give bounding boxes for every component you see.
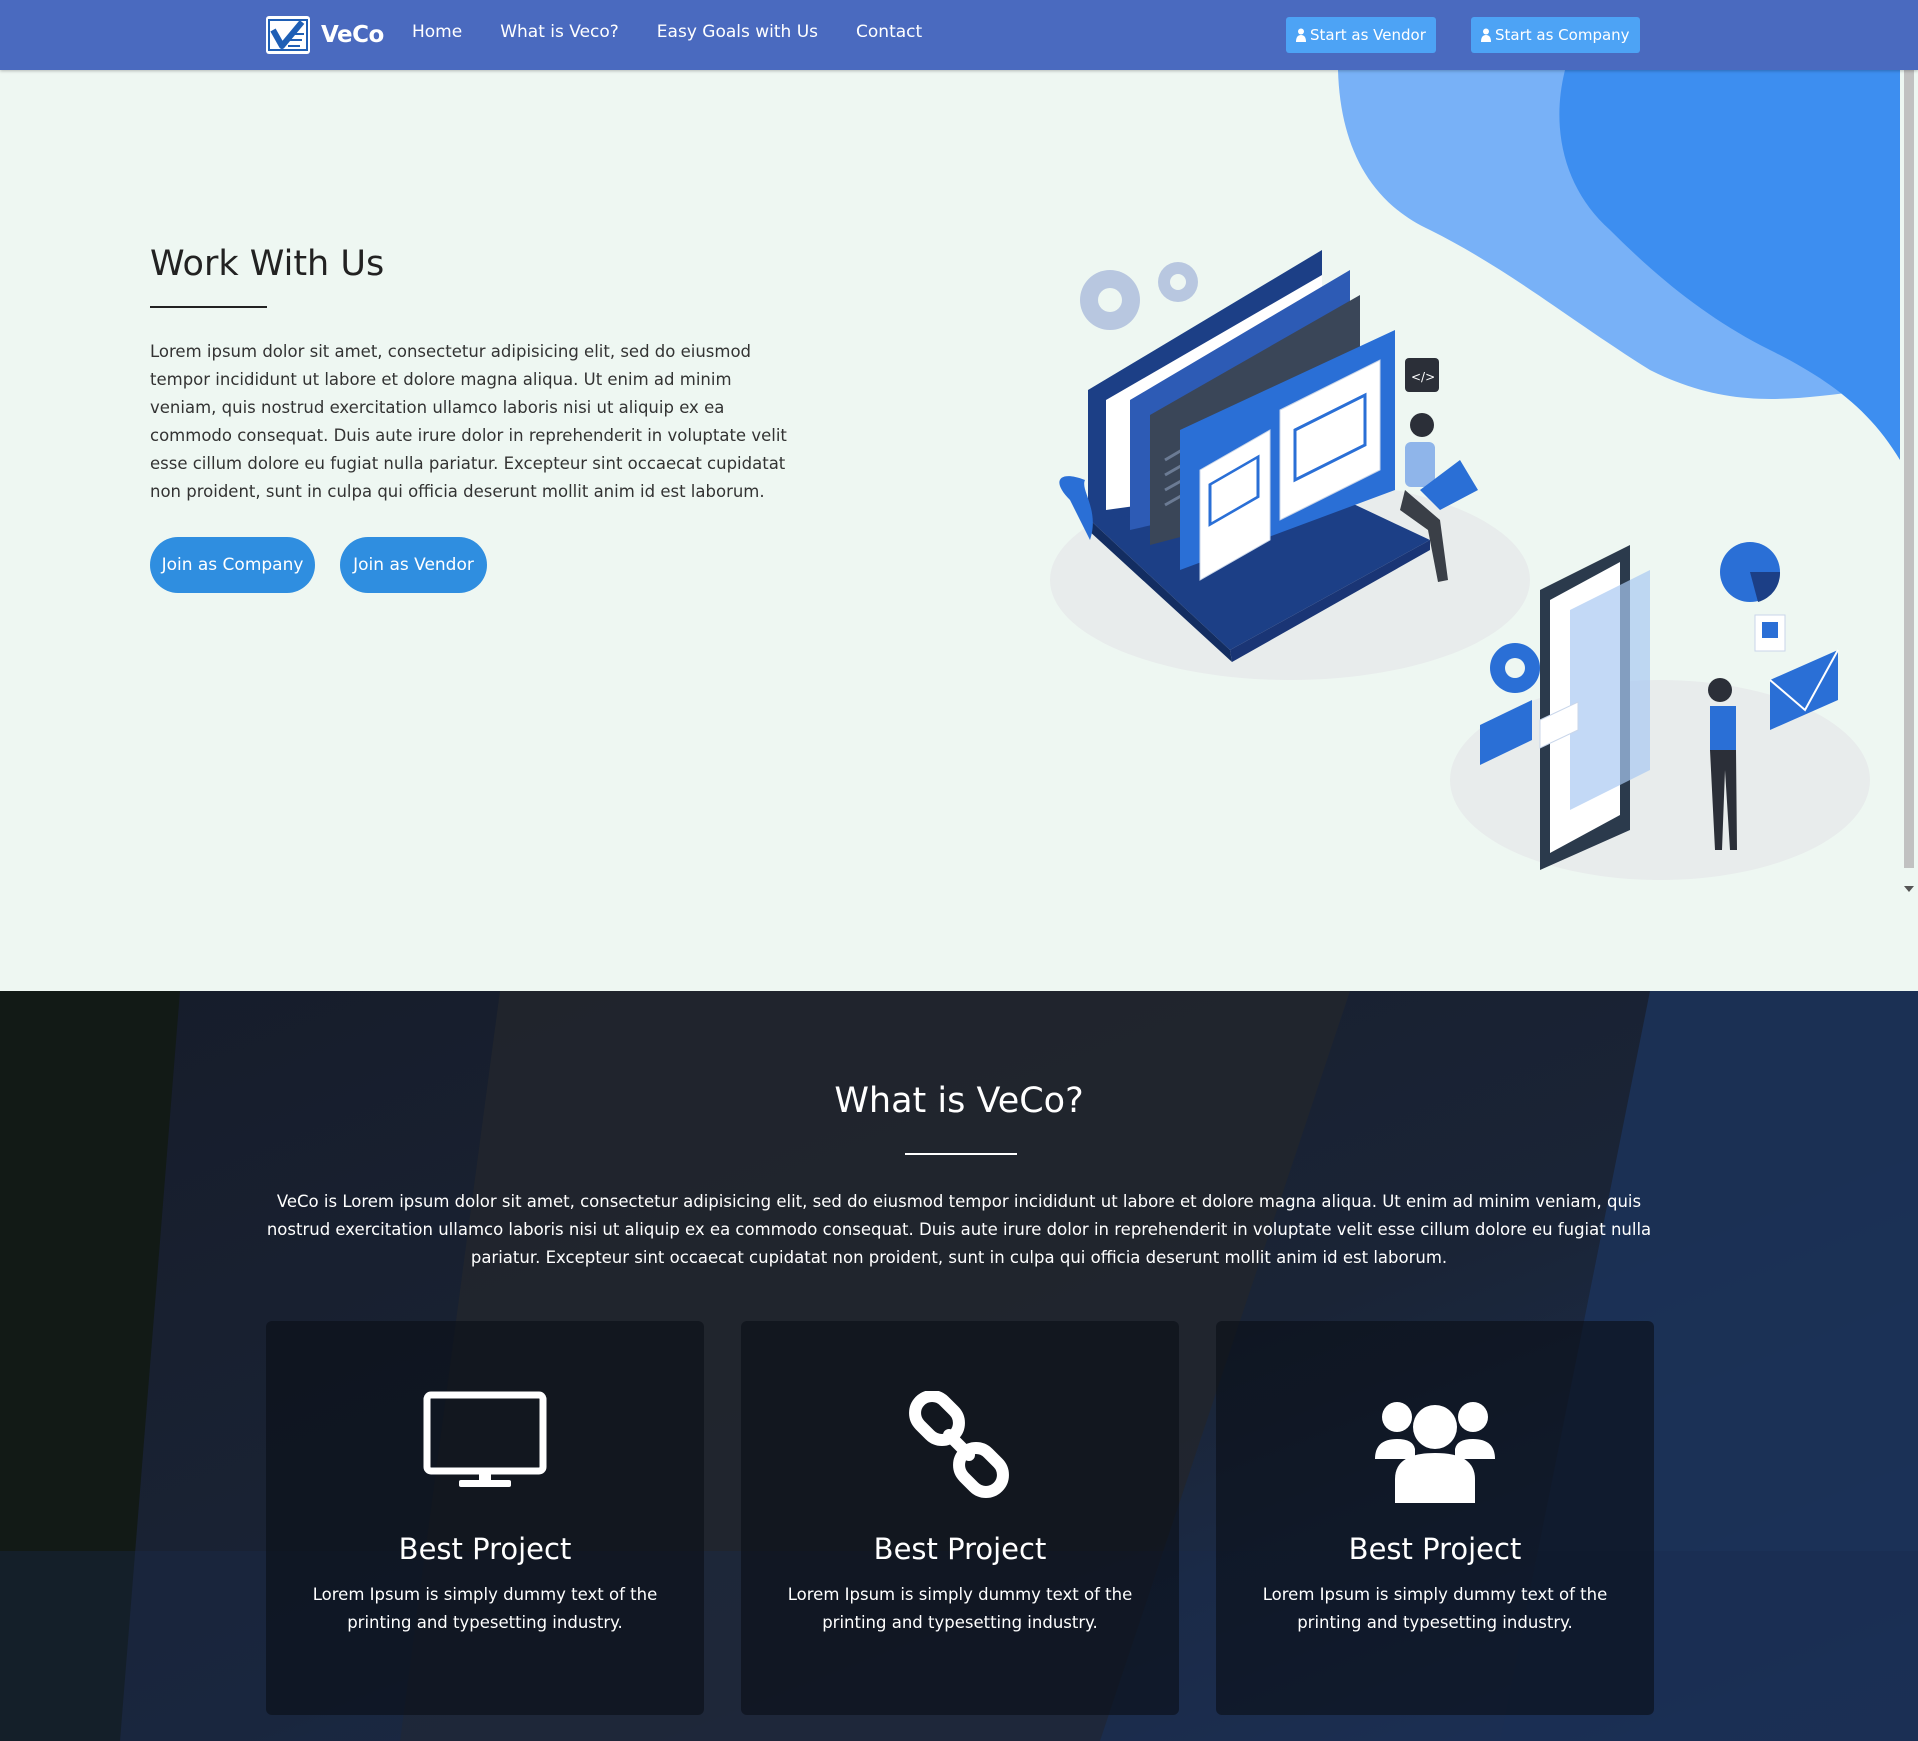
users-icon xyxy=(1375,1402,1495,1503)
hero-description: Lorem ipsum dolor sit amet, consectetur … xyxy=(150,342,787,501)
scrollbar[interactable] xyxy=(1900,70,1918,900)
scroll-down-arrow-icon[interactable] xyxy=(1904,886,1914,892)
card-text: Lorem Ipsum is simply dummy text of the … xyxy=(1262,1585,1608,1632)
feature-card: Best Project Lorem Ipsum is simply dummy… xyxy=(266,1321,704,1715)
hero-title-underline xyxy=(150,306,267,308)
scrollbar-thumb[interactable] xyxy=(1904,70,1914,868)
nav-link-home[interactable]: Home xyxy=(412,22,462,42)
nav-link-contact[interactable]: Contact xyxy=(856,22,922,42)
navbar: VeCo Home What is Veco? Easy Goals with … xyxy=(0,0,1918,70)
card-text: Lorem Ipsum is simply dummy text of the … xyxy=(787,1585,1133,1632)
feature-card: Best Project Lorem Ipsum is simply dummy… xyxy=(741,1321,1179,1715)
user-icon xyxy=(1481,28,1491,42)
start-as-vendor-label: Start as Vendor xyxy=(1310,26,1426,44)
start-as-company-label: Start as Company xyxy=(1495,26,1630,44)
nav-link-easy-goals[interactable]: Easy Goals with Us xyxy=(657,22,818,42)
about-description: VeCo is Lorem ipsum dolor sit amet, cons… xyxy=(266,1192,1652,1267)
hero-illustration: </> xyxy=(1050,70,1900,880)
about-title-underline xyxy=(905,1153,1017,1155)
start-as-vendor-button[interactable]: Start as Vendor xyxy=(1286,17,1436,53)
join-as-company-button[interactable]: Join as Company xyxy=(150,537,315,593)
card-title: Best Project xyxy=(1348,1532,1522,1566)
nav-links: Home What is Veco? Easy Goals with Us Co… xyxy=(412,22,960,42)
card-text: Lorem Ipsum is simply dummy text of the … xyxy=(312,1585,658,1632)
link-icon xyxy=(909,1391,1009,1498)
user-icon xyxy=(1296,28,1306,42)
feature-card: Best Project Lorem Ipsum is simply dummy… xyxy=(1216,1321,1654,1715)
join-as-vendor-button[interactable]: Join as Vendor xyxy=(340,537,487,593)
veco-logo-icon xyxy=(266,16,310,54)
nav-link-what-is-veco[interactable]: What is Veco? xyxy=(500,22,619,42)
desktop-icon xyxy=(423,1391,547,1487)
start-as-company-button[interactable]: Start as Company xyxy=(1471,17,1640,53)
card-title: Best Project xyxy=(873,1532,1047,1566)
hero-section: Work With Us Lorem ipsum dolor sit amet,… xyxy=(0,70,1918,991)
card-title: Best Project xyxy=(398,1532,572,1566)
about-title: What is VeCo? xyxy=(834,1081,1084,1121)
hero-title: Work With Us xyxy=(150,244,385,284)
svg-text:</>: </> xyxy=(1411,370,1435,384)
brand-name: VeCo xyxy=(321,22,384,48)
brand[interactable]: VeCo xyxy=(266,16,384,54)
what-is-veco-section: What is VeCo? VeCo is Lorem ipsum dolor … xyxy=(0,991,1918,1741)
